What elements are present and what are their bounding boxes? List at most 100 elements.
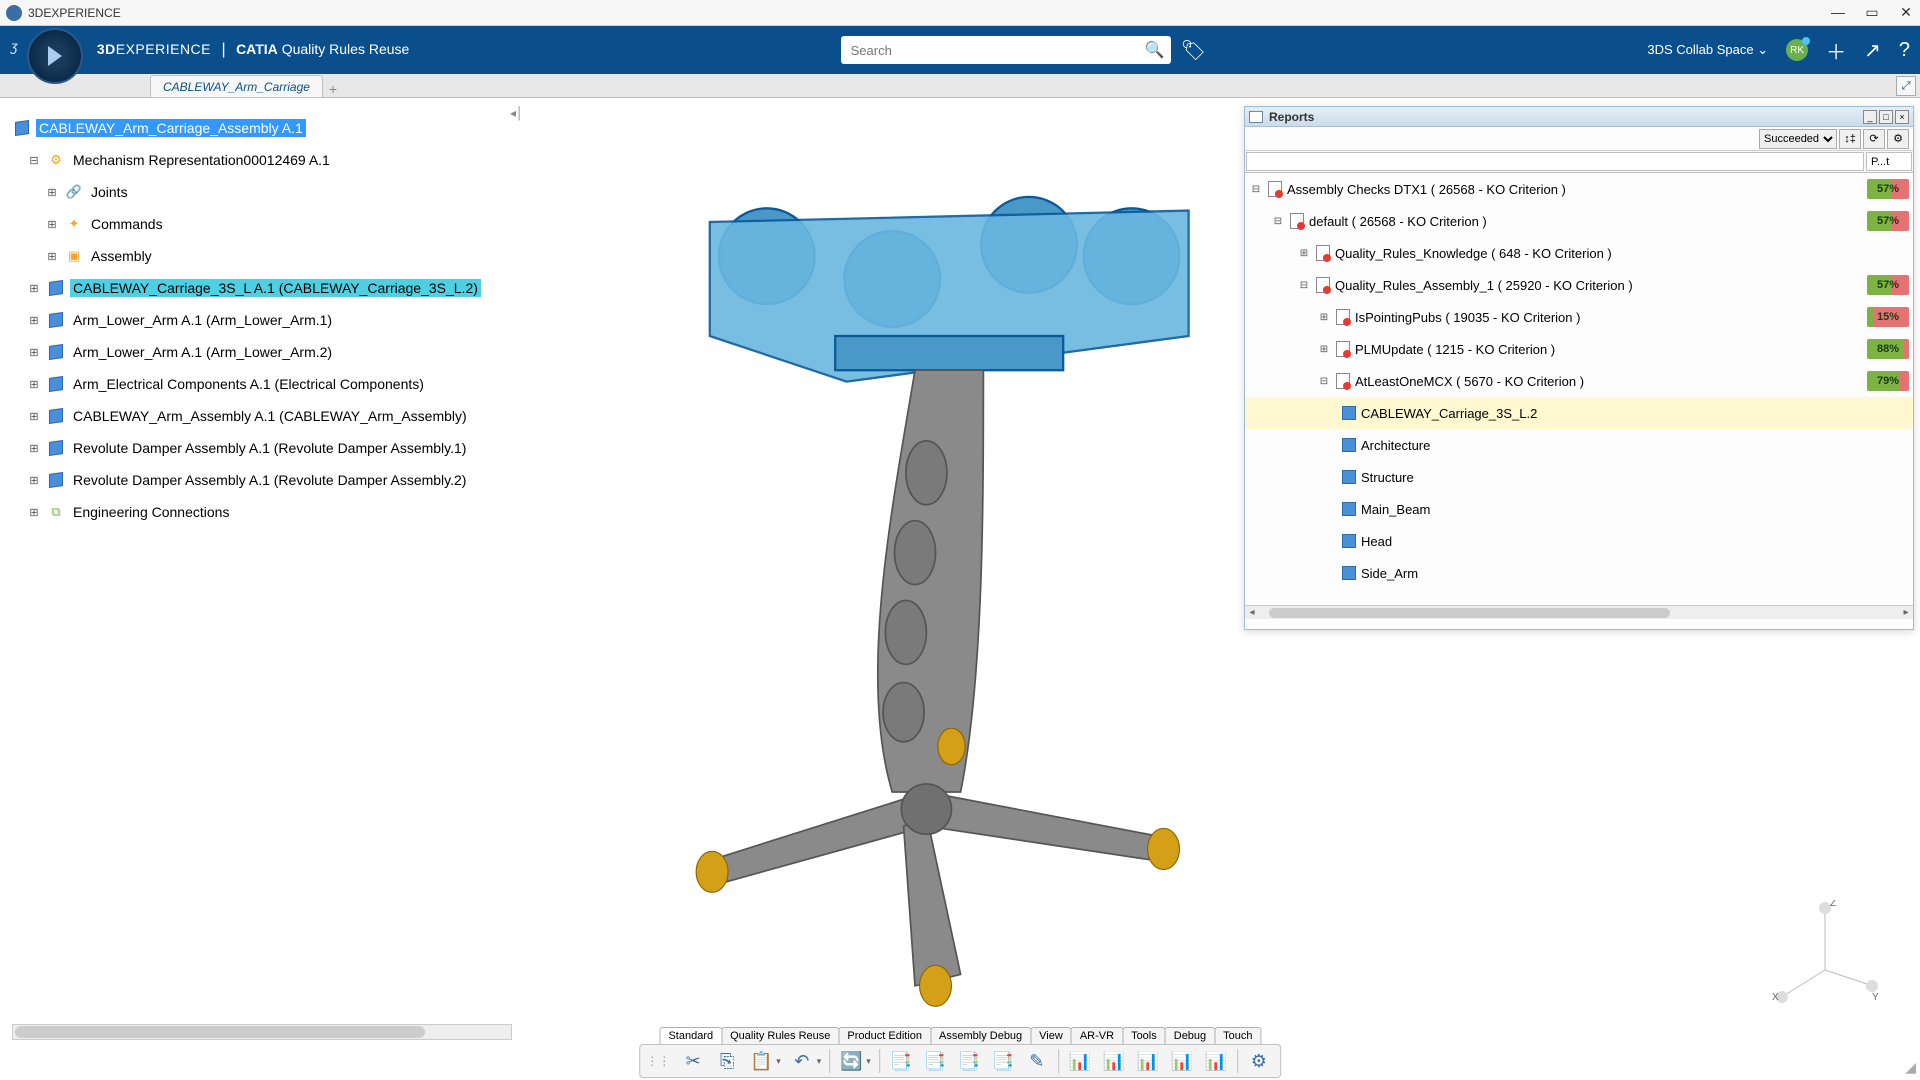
reports-maximize[interactable]: □ <box>1879 110 1893 124</box>
tree-eng-connections[interactable]: ⊞ ⧉ Engineering Connections <box>8 496 518 528</box>
tab-view[interactable]: View <box>1030 1027 1072 1044</box>
tab-tools[interactable]: Tools <box>1122 1027 1166 1044</box>
tree-resize-handle[interactable]: ◂│ <box>510 106 524 120</box>
expand-icon[interactable]: ⊞ <box>1317 344 1331 355</box>
tag-icon[interactable]: 🏷 <box>1181 38 1206 63</box>
expand-icon[interactable]: ⊞ <box>44 186 60 199</box>
tree-joints[interactable]: ⊞ 🔗 Joints <box>8 176 518 208</box>
reports-col-name[interactable] <box>1246 152 1864 171</box>
tree-damper-1[interactable]: ⊞ Revolute Damper Assembly A.1 (Revolute… <box>8 432 518 464</box>
avatar[interactable]: RK <box>1786 39 1808 61</box>
compass-icon[interactable] <box>27 28 83 84</box>
expand-icon[interactable]: ⊟ <box>1297 280 1311 291</box>
tree-carriage[interactable]: ⊞ CABLEWAY_Carriage_3S_L A.1 (CABLEWAY_C… <box>8 272 518 304</box>
tree-damper-2[interactable]: ⊞ Revolute Damper Assembly A.1 (Revolute… <box>8 464 518 496</box>
report-row[interactable]: Head <box>1245 525 1913 557</box>
report-button-5[interactable]: 📊 <box>1201 1047 1231 1075</box>
reports-hscroll[interactable]: ◂ ▸ <box>1245 605 1913 619</box>
toolbar-grip[interactable]: ⋮⋮ <box>646 1054 670 1068</box>
reports-refresh-button[interactable]: ⟳ <box>1863 129 1885 149</box>
report-row[interactable]: CABLEWAY_Carriage_3S_L.2 <box>1245 397 1913 429</box>
expand-icon[interactable]: ⊟ <box>26 154 42 167</box>
tree-electrical[interactable]: ⊞ Arm_Electrical Components A.1 (Electri… <box>8 368 518 400</box>
tree-root[interactable]: CABLEWAY_Arm_Carriage_Assembly A.1 <box>8 112 518 144</box>
maximize-button[interactable]: ▭ <box>1864 4 1880 21</box>
report-row[interactable]: ⊟ Assembly Checks DTX1 ( 26568 - KO Crit… <box>1245 173 1913 205</box>
expand-icon[interactable]: ⊞ <box>26 282 42 295</box>
report-row[interactable]: Main_Beam <box>1245 493 1913 525</box>
expand-icon[interactable]: ⊟ <box>1249 184 1263 195</box>
expand-icon[interactable]: ⊞ <box>26 378 42 391</box>
search-icon[interactable]: 🔍 <box>1143 40 1167 60</box>
collab-space-menu[interactable]: 3DS Collab Space ⌄ <box>1647 42 1768 58</box>
report-row[interactable]: Structure <box>1245 461 1913 493</box>
cut-button[interactable]: ✂ <box>678 1047 708 1075</box>
tab-quality-rules[interactable]: Quality Rules Reuse <box>721 1027 839 1044</box>
tree-assembly[interactable]: ⊞ ▣ Assembly <box>8 240 518 272</box>
expand-icon[interactable]: ⊞ <box>44 218 60 231</box>
check-button-1[interactable]: 📑 <box>886 1047 916 1075</box>
3d-viewport[interactable] <box>530 108 1300 1020</box>
report-row[interactable]: Side_Arm <box>1245 557 1913 589</box>
report-button-2[interactable]: 📊 <box>1099 1047 1129 1075</box>
expand-icon[interactable]: ⊞ <box>26 314 42 327</box>
tab-cableway[interactable]: CABLEWAY_Arm_Carriage <box>150 75 323 97</box>
undo-button[interactable]: ↶ <box>787 1047 817 1075</box>
reports-sort-button[interactable]: ↕‡ <box>1839 129 1861 149</box>
report-button-1[interactable]: 📊 <box>1065 1047 1095 1075</box>
help-icon[interactable]: ? <box>1899 39 1910 62</box>
fullscreen-toggle[interactable]: ⤢ <box>1896 76 1916 96</box>
report-row[interactable]: ⊟ default ( 26568 - KO Criterion ) 57% <box>1245 205 1913 237</box>
expand-icon[interactable]: ⊟ <box>1317 376 1331 387</box>
tree-mechanism[interactable]: ⊟ ⚙ Mechanism Representation00012469 A.1 <box>8 144 518 176</box>
expand-icon[interactable]: ⊞ <box>26 506 42 519</box>
tree-lower-arm-2[interactable]: ⊞ Arm_Lower_Arm A.1 (Arm_Lower_Arm.2) <box>8 336 518 368</box>
report-button-3[interactable]: 📊 <box>1133 1047 1163 1075</box>
search-input[interactable] <box>841 36 1171 64</box>
tab-touch[interactable]: Touch <box>1214 1027 1261 1044</box>
tab-product-edition[interactable]: Product Edition <box>838 1027 931 1044</box>
close-button[interactable]: ✕ <box>1898 4 1914 21</box>
share-icon[interactable]: ↗ <box>1864 38 1881 63</box>
expand-icon[interactable]: ⊞ <box>1317 312 1331 323</box>
expand-icon[interactable]: ⊞ <box>26 442 42 455</box>
report-row[interactable]: ⊟ Quality_Rules_Assembly_1 ( 25920 - KO … <box>1245 269 1913 301</box>
expand-icon[interactable]: ⊞ <box>44 250 60 263</box>
tab-ar-vr[interactable]: AR-VR <box>1071 1027 1123 1044</box>
ds-logo-icon[interactable]: ᶾ <box>10 39 17 62</box>
tab-debug[interactable]: Debug <box>1165 1027 1215 1044</box>
paste-button[interactable]: 📋 <box>746 1047 776 1075</box>
minimize-button[interactable]: — <box>1830 4 1846 21</box>
resize-grip[interactable]: ◢ <box>1905 1059 1916 1076</box>
update-button[interactable]: 🔄 <box>836 1047 866 1075</box>
tree-arm-assembly[interactable]: ⊞ CABLEWAY_Arm_Assembly A.1 (CABLEWAY_Ar… <box>8 400 518 432</box>
check-button-2[interactable]: 📑 <box>920 1047 950 1075</box>
expand-icon[interactable]: ⊟ <box>1271 216 1285 227</box>
reports-titlebar[interactable]: Reports _ □ × <box>1245 107 1913 127</box>
report-row[interactable]: ⊞ Quality_Rules_Knowledge ( 648 - KO Cri… <box>1245 237 1913 269</box>
tree-hscroll[interactable] <box>12 1024 512 1040</box>
reports-col-percent[interactable]: P...t <box>1866 152 1912 171</box>
tree-lower-arm-1[interactable]: ⊞ Arm_Lower_Arm A.1 (Arm_Lower_Arm.1) <box>8 304 518 336</box>
report-row[interactable]: Architecture <box>1245 429 1913 461</box>
expand-icon[interactable]: ⊞ <box>1297 248 1311 259</box>
tab-assembly-debug[interactable]: Assembly Debug <box>930 1027 1031 1044</box>
check-button-4[interactable]: 📑 <box>988 1047 1018 1075</box>
expand-icon[interactable]: ⊞ <box>26 474 42 487</box>
tab-add-button[interactable]: + <box>329 81 337 97</box>
tree-commands[interactable]: ⊞ ✦ Commands <box>8 208 518 240</box>
add-icon[interactable]: ＋ <box>1826 36 1846 65</box>
reports-filter-select[interactable]: Succeeded <box>1759 129 1837 149</box>
reports-minimize[interactable]: _ <box>1863 110 1877 124</box>
edit-button[interactable]: ✎ <box>1022 1047 1052 1075</box>
check-button-3[interactable]: 📑 <box>954 1047 984 1075</box>
copy-button[interactable]: ⎘ <box>712 1047 742 1075</box>
reports-close[interactable]: × <box>1895 110 1909 124</box>
scroll-thumb[interactable] <box>15 1026 425 1038</box>
tab-standard[interactable]: Standard <box>659 1027 722 1044</box>
report-button-4[interactable]: 📊 <box>1167 1047 1197 1075</box>
report-row[interactable]: ⊟ AtLeastOneMCX ( 5670 - KO Criterion ) … <box>1245 365 1913 397</box>
expand-icon[interactable]: ⊞ <box>26 346 42 359</box>
reports-settings-button[interactable]: ⚙ <box>1887 129 1909 149</box>
report-row[interactable]: ⊞ PLMUpdate ( 1215 - KO Criterion ) 88% <box>1245 333 1913 365</box>
